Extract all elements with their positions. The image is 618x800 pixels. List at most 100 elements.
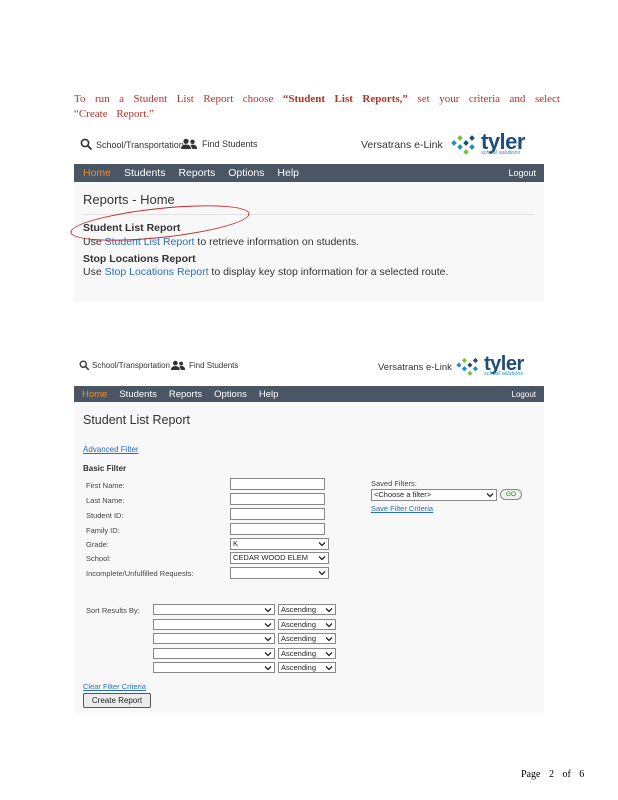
chevron-down-icon xyxy=(325,652,333,657)
sort-order-value: Ascending xyxy=(281,663,317,672)
nav-home[interactable]: Home xyxy=(74,167,111,179)
nav-reports[interactable]: Reports xyxy=(169,167,215,179)
saved-filters-select[interactable]: <Choose a filter> xyxy=(371,489,497,501)
stop-locations-post: to display key stop information for a se… xyxy=(208,266,449,278)
sort-results-label: Sort Results By: xyxy=(86,606,140,615)
sort-field-select-5[interactable] xyxy=(153,662,275,673)
of-label: of xyxy=(562,769,571,780)
grade-value: K xyxy=(233,539,239,548)
stop-locations-heading: Stop Locations Report xyxy=(83,253,196,265)
tyler-logo: tyler school solutions xyxy=(456,352,524,377)
instruction-prefix: To run a Student List Report choose xyxy=(74,93,283,105)
family-id-label: Family ID: xyxy=(86,526,120,535)
sort-order-value: Ascending xyxy=(281,620,317,629)
sort-field-select-1[interactable] xyxy=(153,604,275,615)
saved-filters-label: Saved Filters: xyxy=(371,479,417,488)
chevron-down-icon xyxy=(325,608,333,613)
create-report-button[interactable]: Create Report xyxy=(83,693,151,708)
last-name-input[interactable] xyxy=(230,493,325,505)
nav-bar: Home Students Reports Options Help Logou… xyxy=(74,164,544,182)
go-button[interactable]: GO xyxy=(500,489,522,500)
sort-order-value: Ascending xyxy=(281,605,317,614)
first-name-input[interactable] xyxy=(230,478,325,490)
nav-help[interactable]: Help xyxy=(251,389,279,400)
sort-order-select-5[interactable]: Ascending xyxy=(278,662,336,673)
nav-home[interactable]: Home xyxy=(74,389,107,400)
first-name-label: First Name: xyxy=(86,481,125,490)
school-transportation-label: School/Transportation xyxy=(92,361,170,370)
chevron-down-icon xyxy=(318,542,326,547)
page-title: Student List Report xyxy=(83,413,191,427)
grade-label: Grade: xyxy=(86,540,109,549)
instruction-quoted: “Student List Reports,” xyxy=(282,93,408,105)
find-students-link[interactable]: Find Students xyxy=(180,138,258,150)
sort-order-select-2[interactable]: Ascending xyxy=(278,619,336,630)
last-name-label: Last Name: xyxy=(86,496,125,505)
sort-field-select-3[interactable] xyxy=(153,633,275,644)
save-filter-criteria-link[interactable]: Save Filter Criteria xyxy=(371,504,433,513)
page-label: Page xyxy=(521,769,541,780)
page-title: Reports - Home xyxy=(83,192,175,207)
nav-students[interactable]: Students xyxy=(111,389,157,400)
reports-home-screenshot: School/Transportation Find Students Vers… xyxy=(68,126,544,302)
saved-filters-value: <Choose a filter> xyxy=(374,490,432,499)
stop-locations-report-link[interactable]: Stop Locations Report xyxy=(105,266,209,278)
chevron-down-icon xyxy=(486,493,494,498)
page-total: 6 xyxy=(579,769,585,780)
incomplete-requests-select[interactable] xyxy=(230,567,329,579)
incomplete-requests-label: Incomplete/Unfulfilled Requests: xyxy=(86,569,194,578)
nav-help[interactable]: Help xyxy=(268,167,299,179)
chevron-down-icon xyxy=(325,637,333,642)
tyler-word: tyler xyxy=(481,128,525,154)
tyler-sub: school solutions xyxy=(481,149,521,156)
student-id-input[interactable] xyxy=(230,508,325,520)
school-value: CEDAR WOOD ELEM xyxy=(233,553,309,562)
clear-filter-criteria-link[interactable]: Clear Filter Criteria xyxy=(83,682,146,691)
tyler-mark-icon xyxy=(451,135,475,155)
basic-filter-heading: Basic Filter xyxy=(83,464,127,473)
page-number: 2 xyxy=(548,769,554,780)
chevron-down-icon xyxy=(264,652,272,657)
tyler-mark-icon xyxy=(456,357,479,376)
sort-order-select-3[interactable]: Ascending xyxy=(278,633,336,644)
chevron-down-icon xyxy=(325,666,333,671)
sort-field-select-4[interactable] xyxy=(153,648,275,659)
chevron-down-icon xyxy=(264,637,272,642)
nav-logout[interactable]: Logout xyxy=(508,168,536,178)
school-transportation-link[interactable]: School/Transportation xyxy=(80,138,184,151)
school-transportation-link[interactable]: School/Transportation xyxy=(79,360,170,371)
stop-locations-description: Use Stop Locations Report to display key… xyxy=(83,266,448,278)
student-list-post: to retrieve information on students. xyxy=(194,236,360,248)
nav-students[interactable]: Students xyxy=(115,167,165,179)
find-students-link[interactable]: Find Students xyxy=(170,360,238,371)
sort-order-value: Ascending xyxy=(281,634,317,643)
tyler-word: tyler xyxy=(484,352,524,375)
nav-options[interactable]: Options xyxy=(219,167,264,179)
nav-logout[interactable]: Logout xyxy=(512,390,536,399)
grade-select[interactable]: K xyxy=(230,538,329,550)
nav-options[interactable]: Options xyxy=(206,389,247,400)
student-id-label: Student ID: xyxy=(86,511,124,520)
family-id-input[interactable] xyxy=(230,523,325,535)
sort-field-select-2[interactable] xyxy=(153,619,275,630)
sort-order-select-1[interactable]: Ascending xyxy=(278,604,336,615)
top-bar: School/Transportation Find Students Vers… xyxy=(74,351,544,386)
find-students-label: Find Students xyxy=(189,361,239,370)
school-select[interactable]: CEDAR WOOD ELEM xyxy=(230,552,329,564)
nav-reports[interactable]: Reports xyxy=(161,389,202,400)
chevron-down-icon xyxy=(264,623,272,628)
chevron-down-icon xyxy=(264,608,272,613)
product-name: Versatrans e-Link xyxy=(378,362,452,373)
stop-locations-pre: Use xyxy=(83,266,105,278)
chevron-down-icon xyxy=(325,623,333,628)
tyler-sub: school solutions xyxy=(484,370,524,377)
chevron-down-icon xyxy=(318,571,326,576)
advanced-filter-link[interactable]: Advanced Filter xyxy=(83,445,139,454)
sort-order-select-4[interactable]: Ascending xyxy=(278,648,336,659)
sort-order-value: Ascending xyxy=(281,649,317,658)
chevron-down-icon xyxy=(318,556,326,561)
users-icon xyxy=(181,138,197,149)
top-bar: School/Transportation Find Students Vers… xyxy=(74,126,544,164)
search-icon xyxy=(80,138,93,151)
find-students-label: Find Students xyxy=(202,139,258,149)
